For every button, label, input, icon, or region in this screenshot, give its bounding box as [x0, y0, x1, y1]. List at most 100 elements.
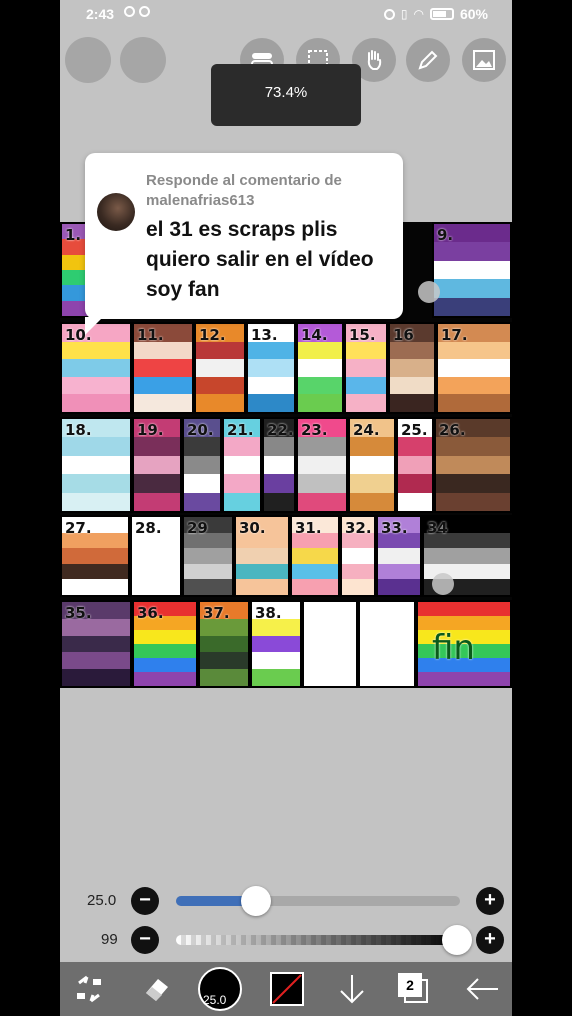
- palette-stripe: [62, 341, 130, 360]
- palette-stripe: [184, 563, 232, 580]
- palette-stripe: [62, 394, 130, 412]
- palette-cell: 29: [182, 515, 234, 597]
- palette-cell: 13.: [246, 322, 296, 414]
- redo-button[interactable]: [120, 37, 166, 83]
- zoom-indicator: 73.4%: [211, 64, 361, 126]
- palette-cell: 22.: [262, 417, 296, 513]
- reply-bubble: Responde al comentario de malenafrias613…: [85, 153, 403, 335]
- palette-stripe: [184, 492, 220, 511]
- pen-tool-button[interactable]: [406, 38, 450, 82]
- arrow-left-icon: [466, 978, 498, 1000]
- palette-stripe: [236, 563, 288, 580]
- palette-number: 26.: [439, 421, 466, 439]
- palette-stripe: [196, 359, 244, 377]
- undo-button[interactable]: [65, 37, 111, 83]
- brush-size-plus-button[interactable]: +: [476, 887, 504, 915]
- palette-stripe: [360, 602, 414, 623]
- palette-stripe: [390, 376, 434, 395]
- palette-stripe: [132, 575, 180, 595]
- palette-cell: 32.: [340, 515, 376, 597]
- palette-cell: 16: [388, 322, 436, 414]
- palette-stripe: [350, 474, 394, 493]
- battery-percent: 60%: [459, 6, 488, 22]
- transform-button[interactable]: [65, 962, 113, 1016]
- gallery-button[interactable]: [462, 38, 506, 82]
- palette-number: 37.: [203, 604, 230, 622]
- opacity-minus-button[interactable]: −: [131, 926, 159, 954]
- arrow-down-icon: [340, 975, 364, 1004]
- palette-stripe: [350, 455, 394, 475]
- palette-cell: 11.: [132, 322, 194, 414]
- palette-stripe: [438, 394, 510, 412]
- palette-stripe: [264, 437, 294, 456]
- palette-stripe: [134, 630, 196, 644]
- palette-stripe: [134, 492, 180, 511]
- palette-stripe: [434, 260, 510, 280]
- canvas-scroll-handle-bottom[interactable]: [432, 573, 454, 595]
- notification-icons: [124, 6, 150, 17]
- palette-cell: 20.: [182, 417, 222, 513]
- palette-stripe: [390, 394, 434, 412]
- brush-size-preview[interactable]: 25.0: [196, 962, 244, 1016]
- palette-stripe: [132, 536, 180, 556]
- palette-stripe: [62, 563, 128, 580]
- layers-icon: 2: [398, 973, 430, 1005]
- palette-number: 29: [187, 519, 208, 537]
- palette-stripe: [134, 658, 196, 672]
- palette-stripe: [434, 297, 510, 316]
- palette-stripe: [184, 548, 232, 564]
- palette-stripe: [248, 341, 294, 360]
- palette-stripe: [264, 492, 294, 511]
- palette-cell: 37.: [198, 600, 250, 688]
- color-button[interactable]: [263, 962, 311, 1016]
- palette-number: 12.: [199, 326, 226, 344]
- palette-stripe: [298, 437, 346, 456]
- palette-stripe: [418, 672, 510, 686]
- palette-number: 36.: [137, 604, 164, 622]
- palette-stripe: [132, 556, 180, 576]
- palette-stripe: [184, 455, 220, 475]
- palette-stripe: [252, 652, 300, 670]
- opacity-thumb[interactable]: [442, 925, 473, 955]
- palette-cell: 23.: [296, 417, 348, 513]
- palette-stripe: [62, 579, 128, 595]
- palette-stripe: [390, 341, 434, 360]
- palette-cell: 17.: [436, 322, 512, 414]
- palette-stripe: [252, 635, 300, 653]
- brush-size-thumb[interactable]: [240, 886, 271, 916]
- palette-number: 15.: [349, 326, 376, 344]
- palette-stripe: [184, 437, 220, 456]
- palette-cell: 36.: [132, 600, 198, 688]
- brush-size-minus-button[interactable]: −: [131, 887, 159, 915]
- palette-stripe: [298, 341, 342, 360]
- layers-button[interactable]: 2: [390, 962, 438, 1016]
- palette-number: 11.: [137, 326, 164, 344]
- palette-stripe: [292, 579, 338, 595]
- palette-stripe: [342, 563, 374, 580]
- palette-stripe: [292, 548, 338, 564]
- palette-stripe: [378, 548, 420, 564]
- palette-stripe: [438, 341, 510, 360]
- palette-stripe: [252, 669, 300, 686]
- palette-stripe: [298, 394, 342, 412]
- back-button[interactable]: [458, 962, 506, 1016]
- opacity-plus-button[interactable]: +: [476, 926, 504, 954]
- palette-number: 30.: [239, 519, 266, 537]
- palette-number: 25.: [401, 421, 428, 439]
- palette-stripe: [134, 376, 192, 395]
- canvas-scroll-handle-top[interactable]: [418, 281, 440, 303]
- palette-stripe: [398, 455, 432, 475]
- palette-cell: 25.: [396, 417, 434, 513]
- reply-label: Responde al comentario de malenafrias613: [146, 172, 342, 209]
- palette-stripe: [436, 437, 510, 456]
- status-time: 2:43: [86, 6, 115, 22]
- transform-icon: [77, 975, 101, 1003]
- vibrate-icon: ▯: [400, 7, 408, 21]
- opacity-track[interactable]: [176, 935, 460, 945]
- download-button[interactable]: [328, 962, 376, 1016]
- palette-stripe: [298, 492, 346, 511]
- palette-stripe: [224, 474, 260, 493]
- eraser-button[interactable]: [132, 962, 180, 1016]
- palette-stripe: [134, 341, 192, 360]
- palette-cell: 28.: [130, 515, 182, 597]
